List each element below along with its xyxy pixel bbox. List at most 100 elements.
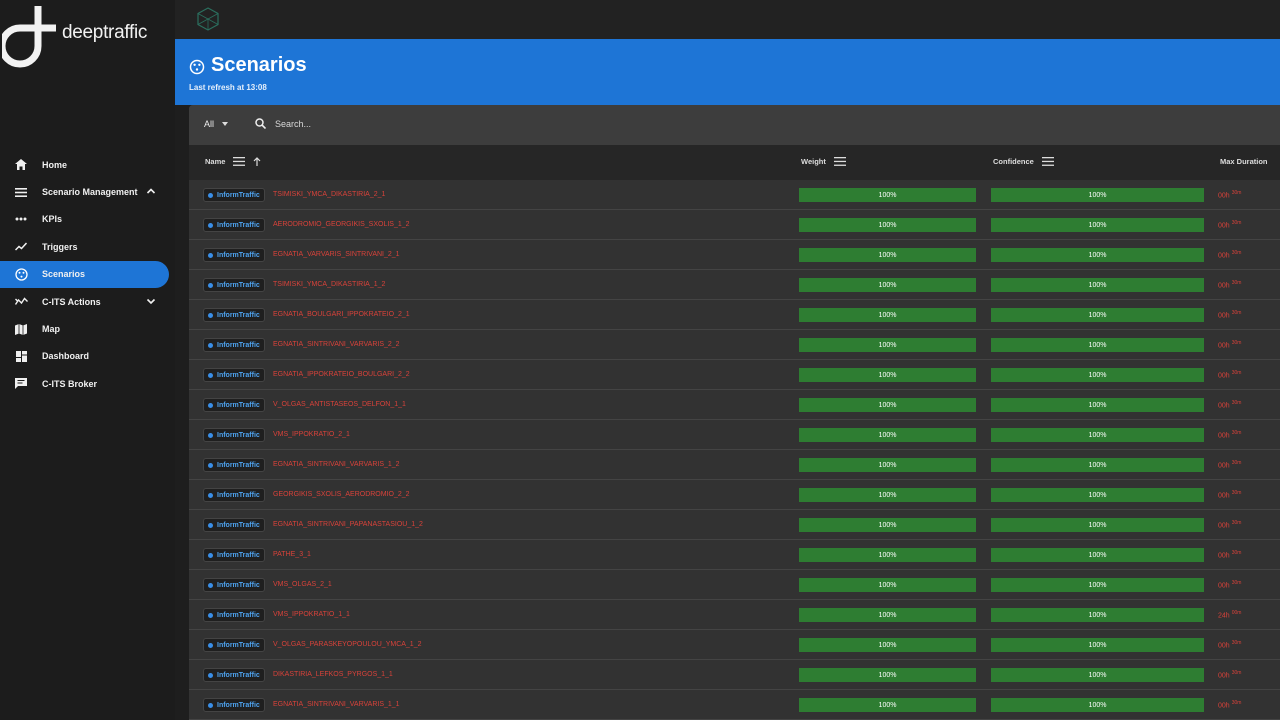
- type-chip[interactable]: InformTraffic: [203, 308, 265, 322]
- scenario-name-link[interactable]: EGNATIA_SINTRIVANI_VARVARIS_2_2: [273, 341, 400, 348]
- table-row[interactable]: InformTraffic EGNATIA_SINTRIVANI_VARVARIS…: [189, 690, 1280, 720]
- table-row[interactable]: InformTraffic DIKASTIRIA_LEFKOS_PYRGOS_1_…: [189, 660, 1280, 690]
- table-row[interactable]: InformTraffic EGNATIA_VARVARIS_SINTRIVANI…: [189, 240, 1280, 270]
- table-row[interactable]: InformTraffic V_OLGAS_ANTISTASEOS_DELFON_…: [189, 390, 1280, 420]
- caret-down-icon: [222, 122, 229, 126]
- sidebar-item-map[interactable]: Map: [0, 315, 175, 342]
- sidebar-item-scenarios[interactable]: Scenarios: [0, 260, 169, 288]
- type-chip[interactable]: InformTraffic: [203, 338, 265, 352]
- column-header-weight[interactable]: Weight: [801, 157, 846, 166]
- table-row[interactable]: InformTraffic TSIMISKI_YMCA_DIKASTIRIA_2_…: [189, 180, 1280, 210]
- sidebar-item-dashboard[interactable]: Dashboard: [0, 343, 175, 370]
- scenario-name-link[interactable]: AERODROMIO_GEORGIKIS_SXOLIS_1_2: [273, 221, 410, 228]
- type-chip[interactable]: InformTraffic: [203, 218, 265, 232]
- scenario-name-link[interactable]: EGNATIA_SINTRIVANI_VARVARIS_1_1: [273, 701, 400, 708]
- search-input[interactable]: [275, 118, 575, 129]
- table-row[interactable]: InformTraffic EGNATIA_SINTRIVANI_VARVARIS…: [189, 450, 1280, 480]
- weight-bar: 100%: [799, 188, 976, 202]
- scenario-name-link[interactable]: VMS_IPPOKRATIO_1_1: [273, 611, 350, 618]
- table-row[interactable]: InformTraffic VMS_IPPOKRATIO_2_1 100% 100% 0…: [189, 420, 1280, 450]
- scenario-name-link[interactable]: DIKASTIRIA_LEFKOS_PYRGOS_1_1: [273, 671, 393, 678]
- scenario-name-link[interactable]: EGNATIA_VARVARIS_SINTRIVANI_2_1: [273, 251, 400, 258]
- duration-hours: 00h: [1218, 192, 1230, 200]
- deeptraffic-logo-icon: [2, 6, 56, 68]
- table-row[interactable]: InformTraffic TSIMISKI_YMCA_DIKASTIRIA_1_…: [189, 270, 1280, 300]
- scenario-name-link[interactable]: V_OLGAS_PARASKEYOPOULOU_YMCA_1_2: [273, 641, 422, 648]
- table-row[interactable]: InformTraffic GEORGIKIS_SXOLIS_AERODROMIO…: [189, 480, 1280, 510]
- network-cube-icon[interactable]: [195, 6, 221, 32]
- type-chip-label: InformTraffic: [217, 221, 260, 229]
- column-menu-icon[interactable]: [1041, 157, 1054, 166]
- table-row[interactable]: InformTraffic EGNATIA_SINTRIVANI_PAPANAST…: [189, 510, 1280, 540]
- type-chip[interactable]: InformTraffic: [203, 428, 265, 442]
- sort-ascending-icon[interactable]: [253, 157, 261, 166]
- duration-minutes: 30m: [1231, 400, 1242, 406]
- type-chip[interactable]: InformTraffic: [203, 518, 265, 532]
- weight-bar: 100%: [799, 218, 976, 232]
- sidebar-item-home[interactable]: Home: [0, 151, 175, 178]
- column-header-name[interactable]: Name: [205, 157, 261, 166]
- weight-bar: 100%: [799, 548, 976, 562]
- type-chip[interactable]: InformTraffic: [203, 248, 265, 262]
- scenario-name-link[interactable]: EGNATIA_IPPOKRATEIO_BOULGARI_2_2: [273, 371, 410, 378]
- type-chip[interactable]: InformTraffic: [203, 608, 265, 622]
- type-chip[interactable]: InformTraffic: [203, 548, 265, 562]
- type-chip[interactable]: InformTraffic: [203, 458, 265, 472]
- weight-bar: 100%: [799, 398, 976, 412]
- sidebar-item-scenario-management[interactable]: Scenario Management: [0, 178, 175, 205]
- type-chip[interactable]: InformTraffic: [203, 398, 265, 412]
- sidebar-item-c-its-broker[interactable]: C-ITS Broker: [0, 370, 175, 397]
- type-chip-label: InformTraffic: [217, 281, 260, 289]
- column-header-confidence[interactable]: Confidence: [993, 157, 1054, 166]
- max-duration-value: 00h 30m: [1218, 250, 1241, 259]
- chat-icon: [14, 377, 28, 391]
- table-row[interactable]: InformTraffic VMS_OLGAS_2_1 100% 100% 00h 30m: [189, 570, 1280, 600]
- scenario-name-link[interactable]: VMS_OLGAS_2_1: [273, 581, 332, 588]
- table-row[interactable]: InformTraffic EGNATIA_BOULGARI_IPPOKRATEI…: [189, 300, 1280, 330]
- type-chip-label: InformTraffic: [217, 371, 260, 379]
- table-row[interactable]: InformTraffic AERODROMIO_GEORGIKIS_SXOLIS…: [189, 210, 1280, 240]
- chevron-up-icon[interactable]: [146, 186, 156, 196]
- type-chip[interactable]: InformTraffic: [203, 188, 265, 202]
- sidebar-item-triggers[interactable]: Triggers: [0, 233, 175, 260]
- duration-hours: 00h: [1218, 222, 1230, 230]
- scenario-name-link[interactable]: VMS_IPPOKRATIO_2_1: [273, 431, 350, 438]
- scenario-name-link[interactable]: GEORGIKIS_SXOLIS_AERODROMIO_2_2: [273, 491, 410, 498]
- type-chip[interactable]: InformTraffic: [203, 488, 265, 502]
- scenario-name-link[interactable]: EGNATIA_SINTRIVANI_PAPANASTASIOU_1_2: [273, 521, 423, 528]
- scenario-name-link[interactable]: TSIMISKI_YMCA_DIKASTIRIA_1_2: [273, 281, 385, 288]
- type-chip[interactable]: InformTraffic: [203, 638, 265, 652]
- chevron-down-icon[interactable]: [146, 296, 156, 306]
- sidebar-item-c-its-actions[interactable]: C-ITS Actions: [0, 288, 175, 315]
- scenario-name-link[interactable]: EGNATIA_SINTRIVANI_VARVARIS_1_2: [273, 461, 400, 468]
- type-chip[interactable]: InformTraffic: [203, 368, 265, 382]
- table-row[interactable]: InformTraffic EGNATIA_IPPOKRATEIO_BOULGAR…: [189, 360, 1280, 390]
- max-duration-value: 00h 30m: [1218, 640, 1241, 649]
- table-row[interactable]: InformTraffic EGNATIA_SINTRIVANI_VARVARIS…: [189, 330, 1280, 360]
- sidebar-item-kpis[interactable]: KPIs: [0, 206, 175, 233]
- scenario-name-link[interactable]: V_OLGAS_ANTISTASEOS_DELFON_1_1: [273, 401, 406, 408]
- table-row[interactable]: InformTraffic V_OLGAS_PARASKEYOPOULOU_YMC…: [189, 630, 1280, 660]
- type-chip-label: InformTraffic: [217, 611, 260, 619]
- dashboard-icon: [14, 349, 28, 363]
- confidence-bar: 100%: [991, 428, 1204, 442]
- table-row[interactable]: InformTraffic VMS_IPPOKRATIO_1_1 100% 100% 2…: [189, 600, 1280, 630]
- duration-hours: 00h: [1218, 492, 1230, 500]
- column-menu-icon[interactable]: [233, 157, 246, 166]
- column-menu-icon[interactable]: [833, 157, 846, 166]
- type-chip[interactable]: InformTraffic: [203, 698, 265, 712]
- scenario-name-link[interactable]: PATHE_3_1: [273, 551, 311, 558]
- page-header: Scenarios Last refresh at 13:08: [175, 39, 1280, 105]
- weight-bar: 100%: [799, 668, 976, 682]
- table-body: InformTraffic TSIMISKI_YMCA_DIKASTIRIA_2_…: [189, 180, 1280, 720]
- logo[interactable]: deeptraffic: [0, 0, 175, 80]
- column-header-max-duration[interactable]: Max Duration: [1220, 157, 1268, 166]
- filter-select[interactable]: All: [204, 119, 229, 129]
- type-chip[interactable]: InformTraffic: [203, 578, 265, 592]
- scenario-name-link[interactable]: TSIMISKI_YMCA_DIKASTIRIA_2_1: [273, 191, 385, 198]
- type-chip[interactable]: InformTraffic: [203, 668, 265, 682]
- scenarios-table-card: All Name Weight Confidence Max Duration …: [189, 105, 1280, 720]
- table-row[interactable]: InformTraffic PATHE_3_1 100% 100% 00h 30m: [189, 540, 1280, 570]
- scenario-name-link[interactable]: EGNATIA_BOULGARI_IPPOKRATEIO_2_1: [273, 311, 410, 318]
- type-chip[interactable]: InformTraffic: [203, 278, 265, 292]
